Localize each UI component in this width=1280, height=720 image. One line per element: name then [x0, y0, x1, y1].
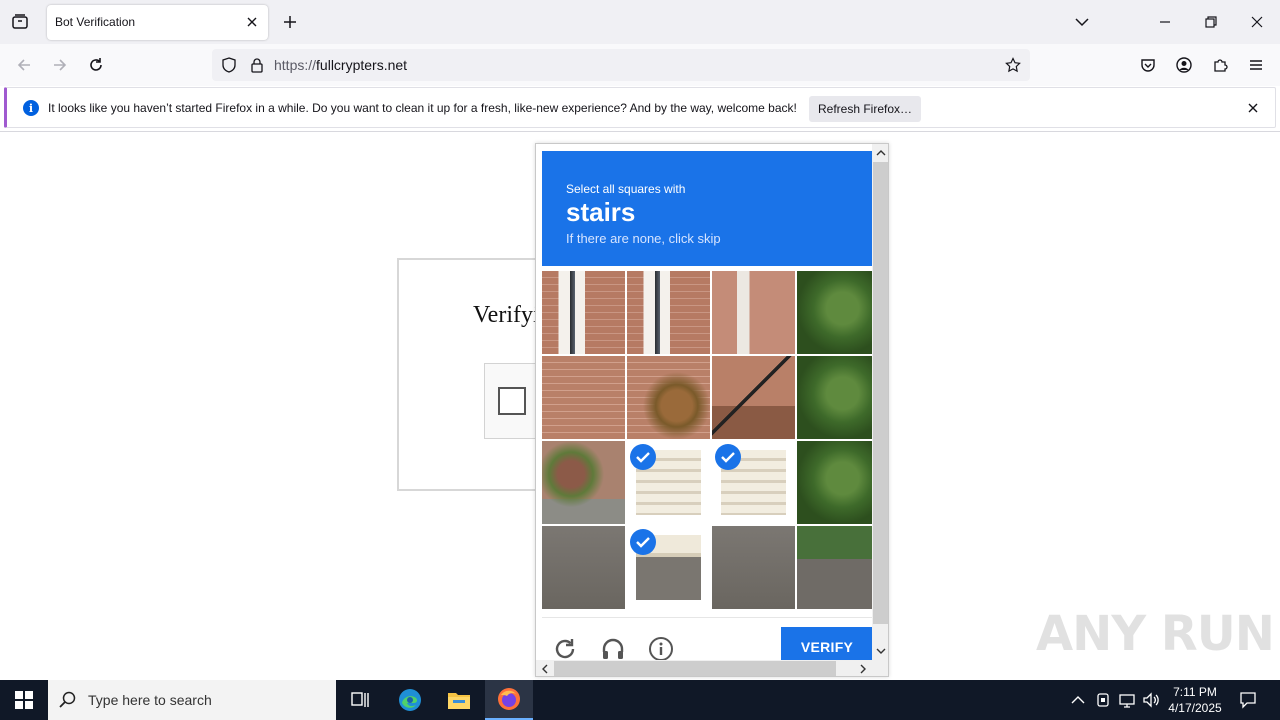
minimize-button[interactable] [1150, 7, 1180, 37]
captcha-tile[interactable] [712, 356, 795, 439]
scroll-left-icon[interactable] [537, 661, 553, 676]
vertical-scrollbar[interactable] [872, 144, 888, 660]
network-icon[interactable] [1117, 690, 1137, 710]
tile-image [542, 271, 625, 354]
page-title: Verifyi [473, 302, 540, 328]
forward-arrow-icon[interactable] [47, 52, 73, 78]
captcha-tile[interactable] [797, 526, 880, 609]
taskbar: Type here to search 7:11 PM 4/17/2025 [0, 680, 1280, 720]
captcha-challenge: Select all squares with stairs If there … [535, 143, 889, 677]
horizontal-scroll-thumb[interactable] [554, 661, 836, 676]
tab-title: Bot Verification [55, 15, 136, 29]
account-icon[interactable] [1171, 52, 1197, 78]
captcha-tile[interactable] [542, 356, 625, 439]
captcha-tile[interactable] [712, 526, 795, 609]
tile-image [797, 271, 880, 354]
info-icon: i [23, 100, 39, 116]
challenge-header: Select all squares with stairs If there … [542, 151, 872, 266]
notification-message: It looks like you haven’t started Firefo… [48, 101, 797, 115]
challenge-hint: If there are none, click skip [566, 231, 721, 246]
tile-image [542, 526, 625, 609]
scroll-down-icon[interactable] [873, 643, 888, 659]
tile-image [627, 271, 710, 354]
captcha-tile[interactable] [627, 271, 710, 354]
taskbar-search-box[interactable]: Type here to search [48, 680, 336, 720]
star-icon[interactable] [1004, 56, 1022, 74]
tile-image [627, 356, 710, 439]
browser-tab[interactable]: Bot Verification [47, 5, 268, 40]
close-window-button[interactable] [1242, 7, 1272, 37]
action-center-icon[interactable] [1236, 688, 1260, 712]
footer-divider [542, 617, 872, 618]
challenge-target-word: stairs [566, 197, 636, 227]
scroll-up-icon[interactable] [873, 145, 888, 161]
url-bar[interactable]: https://fullcrypters.net [212, 49, 1030, 81]
scroll-right-icon[interactable] [855, 661, 871, 676]
firefox-icon[interactable] [485, 680, 533, 720]
tile-image [797, 526, 880, 609]
firefox-view-icon[interactable] [6, 8, 34, 36]
chevron-down-icon[interactable] [1070, 10, 1094, 34]
captcha-tile[interactable] [542, 441, 625, 524]
checkmark-icon [630, 529, 656, 555]
challenge-instruction: Select all squares with [566, 182, 686, 196]
content-divider [0, 131, 1280, 132]
edge-icon[interactable] [386, 680, 434, 720]
captcha-tile[interactable] [797, 271, 880, 354]
watermark-logo: ANY RUN [1036, 606, 1275, 662]
tile-image [542, 441, 625, 524]
task-view-icon[interactable] [336, 680, 384, 720]
tile-image [797, 356, 880, 439]
captcha-tile[interactable] [627, 356, 710, 439]
url-text[interactable]: https://fullcrypters.net [274, 57, 407, 73]
tile-image [797, 441, 880, 524]
clock-date: 4/17/2025 [1168, 701, 1222, 715]
horizontal-scrollbar[interactable] [536, 660, 888, 676]
back-arrow-icon[interactable] [11, 52, 37, 78]
chevron-up-icon[interactable] [1068, 690, 1088, 710]
new-tab-button[interactable] [278, 10, 302, 34]
close-icon[interactable] [1245, 100, 1261, 116]
windows-start-icon[interactable] [0, 680, 48, 720]
menu-icon[interactable] [1243, 52, 1269, 78]
tab-strip: Bot Verification [0, 0, 1280, 44]
shield-icon[interactable] [220, 56, 238, 74]
url-host: fullcrypters.net [316, 57, 408, 73]
vertical-scroll-thumb[interactable] [873, 162, 888, 624]
challenge-image-grid [542, 271, 880, 610]
close-icon[interactable] [244, 14, 260, 30]
notification-bar: i It looks like you haven’t started Fire… [4, 87, 1276, 128]
captcha-tile[interactable] [797, 441, 880, 524]
refresh-firefox-button[interactable]: Refresh Firefox… [809, 96, 921, 122]
checkmark-icon [630, 444, 656, 470]
tile-image [542, 356, 625, 439]
captcha-tile[interactable] [542, 271, 625, 354]
tile-image [712, 271, 795, 354]
device-icon[interactable] [1093, 690, 1113, 710]
captcha-checkbox[interactable] [498, 387, 526, 415]
search-placeholder: Type here to search [88, 692, 212, 708]
system-clock[interactable]: 7:11 PM 4/17/2025 [1163, 684, 1227, 716]
url-scheme: https:// [274, 57, 317, 73]
reload-icon[interactable] [83, 52, 109, 78]
restore-button[interactable] [1196, 7, 1226, 37]
captcha-tile[interactable] [712, 271, 795, 354]
volume-icon[interactable] [1141, 690, 1161, 710]
extensions-icon[interactable] [1207, 52, 1233, 78]
tile-image [712, 356, 795, 439]
captcha-tile[interactable] [797, 356, 880, 439]
pocket-icon[interactable] [1135, 52, 1161, 78]
clock-time: 7:11 PM [1173, 685, 1217, 699]
file-explorer-icon[interactable] [435, 680, 483, 720]
tile-image [712, 526, 795, 609]
search-icon [58, 690, 78, 710]
captcha-tile[interactable] [542, 526, 625, 609]
navigation-bar: https://fullcrypters.net [0, 44, 1280, 86]
lock-icon[interactable] [248, 56, 266, 74]
checkmark-icon [715, 444, 741, 470]
